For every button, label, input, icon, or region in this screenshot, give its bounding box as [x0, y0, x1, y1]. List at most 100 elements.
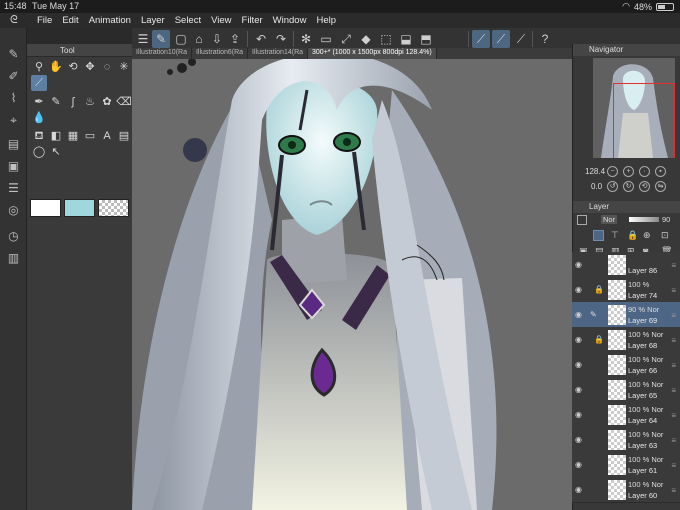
- snap-ruler-icon[interactable]: ⟋: [472, 30, 490, 48]
- drag-handle-icon[interactable]: ≡: [671, 436, 676, 445]
- rotation-value[interactable]: 0.0: [591, 182, 602, 191]
- layer-row[interactable]: ◉ 🔒 100 % Nor Layer 68 ≡: [572, 327, 680, 353]
- visibility-eye-icon[interactable]: ◉: [575, 385, 585, 394]
- gradient-tool-icon[interactable]: ◧: [48, 128, 64, 144]
- visibility-eye-icon[interactable]: ◉: [575, 460, 585, 469]
- lock-layer-icon[interactable]: 🔒: [627, 230, 638, 241]
- layer-row[interactable]: ◉ 100 % Nor Layer 65 ≡: [572, 377, 680, 403]
- transform-icon[interactable]: ⤢: [337, 30, 355, 48]
- new-file-icon[interactable]: ▢: [172, 30, 190, 48]
- export-icon[interactable]: ⇪: [226, 30, 244, 48]
- eyedropper-tool-icon[interactable]: ⟋: [31, 75, 47, 91]
- drag-handle-icon[interactable]: ≡: [671, 261, 676, 270]
- rotate-tool-icon[interactable]: ⟲: [65, 59, 81, 75]
- lock-icon[interactable]: 🔒: [594, 335, 604, 344]
- layer-row[interactable]: ◉ ✎ 90 % Nor Layer 69 ≡: [572, 302, 680, 328]
- layer-row[interactable]: ◉ 100 % Nor Layer 60 ≡: [572, 477, 680, 503]
- undo-icon[interactable]: ↶: [252, 30, 270, 48]
- visibility-eye-icon[interactable]: ◉: [575, 410, 585, 419]
- navigator-view-frame[interactable]: [613, 83, 675, 158]
- open-file-icon[interactable]: ⌂: [190, 30, 208, 48]
- drag-handle-icon[interactable]: ≡: [671, 411, 676, 420]
- visibility-eye-icon[interactable]: ◉: [575, 485, 585, 494]
- layer-row[interactable]: ◉ Layer 86 ≡: [572, 252, 680, 278]
- visibility-eye-icon[interactable]: ◉: [575, 285, 585, 294]
- pen-tool-icon[interactable]: ✎: [5, 46, 22, 63]
- decoration-icon[interactable]: ✿: [99, 94, 115, 110]
- lasso-tool-icon[interactable]: ◌: [99, 59, 115, 75]
- layer-row[interactable]: ◉ 100 % Nor Layer 61 ≡: [572, 452, 680, 478]
- transparent-color-swatch[interactable]: [98, 199, 129, 217]
- menu-edit[interactable]: Edit: [62, 14, 78, 27]
- menu-view[interactable]: View: [211, 14, 231, 27]
- pencil-icon[interactable]: ✎: [48, 94, 64, 110]
- rotate-left-icon[interactable]: ↺: [607, 181, 618, 192]
- drag-handle-icon[interactable]: ≡: [671, 486, 676, 495]
- app-logo-icon[interactable]: ᘓ: [10, 14, 24, 26]
- save-icon[interactable]: ⇩: [208, 30, 226, 48]
- visibility-eye-icon[interactable]: ◉: [575, 360, 585, 369]
- brush-tool-icon[interactable]: ⌇: [5, 90, 22, 107]
- show-selection-icon[interactable]: ⬒: [417, 30, 435, 48]
- move-tool-icon[interactable]: ✥: [82, 59, 98, 75]
- layer-property-icon[interactable]: ▤: [5, 136, 22, 153]
- drag-handle-icon[interactable]: ≡: [671, 286, 676, 295]
- material-icon[interactable]: ☰: [5, 180, 22, 197]
- actual-size-icon[interactable]: ·: [639, 166, 650, 177]
- hamburger-menu-icon[interactable]: ☰: [134, 30, 152, 48]
- canvas-area[interactable]: [132, 50, 572, 510]
- menu-filter[interactable]: Filter: [242, 14, 263, 27]
- opacity-slider[interactable]: [629, 217, 659, 222]
- document-tab[interactable]: Illustration14(Ra: [248, 48, 309, 59]
- blend-tool-icon[interactable]: 💧: [31, 110, 47, 126]
- layer-row[interactable]: ◉ 100 % Nor Layer 66 ≡: [572, 352, 680, 378]
- frame-tool-icon[interactable]: ▭: [82, 128, 98, 144]
- redo-icon[interactable]: ↷: [272, 30, 290, 48]
- visibility-eye-icon[interactable]: ◉: [575, 335, 585, 344]
- ink-tool-icon[interactable]: ⌖: [5, 112, 22, 129]
- mask-icon[interactable]: ⊕: [643, 230, 651, 241]
- fill-icon[interactable]: ◆: [357, 30, 375, 48]
- menu-file[interactable]: File: [37, 14, 52, 27]
- layer-color-icon[interactable]: [577, 215, 587, 225]
- visibility-eye-icon[interactable]: ◉: [575, 260, 585, 269]
- hand-tool-icon[interactable]: ✋: [48, 59, 64, 75]
- zoom-tool-icon[interactable]: ⚲: [31, 59, 47, 75]
- figure-tool-icon[interactable]: ▦: [65, 128, 81, 144]
- menu-select[interactable]: Select: [175, 14, 201, 27]
- fill-tool-icon[interactable]: ⛾: [31, 128, 47, 144]
- layer-opacity-value[interactable]: 90: [662, 215, 670, 224]
- layer-row[interactable]: ◉ 100 % Nor Layer 64 ≡: [572, 402, 680, 428]
- fit-icon[interactable]: ▪: [655, 166, 666, 177]
- text-tool-icon[interactable]: A: [99, 128, 115, 144]
- invert-selection-icon[interactable]: ⬓: [397, 30, 415, 48]
- brush-icon[interactable]: ʃ: [65, 94, 81, 110]
- drag-handle-icon[interactable]: ≡: [671, 386, 676, 395]
- snap-special-ruler-icon[interactable]: ⟋: [492, 30, 510, 48]
- menu-help[interactable]: Help: [316, 14, 336, 27]
- fill-selection-icon[interactable]: ▭: [317, 30, 335, 48]
- reset-rotation-icon[interactable]: ⟲: [639, 181, 650, 192]
- tool-mode-icon[interactable]: ✎: [152, 30, 170, 48]
- zoom-value[interactable]: 128.4: [585, 167, 605, 176]
- clip-layer-icon[interactable]: [593, 230, 604, 241]
- deselect-icon[interactable]: ⬚: [377, 30, 395, 48]
- blend-mode-select[interactable]: Nor: [601, 215, 618, 224]
- document-tab[interactable]: Illustration10(Ra: [132, 48, 192, 59]
- document-tab[interactable]: 300+* (1000 x 1500px 800dpi 128.4%): [308, 48, 437, 59]
- drag-handle-icon[interactable]: ≡: [671, 336, 676, 345]
- menu-window[interactable]: Window: [273, 14, 307, 27]
- pen-icon[interactable]: ✒: [31, 94, 47, 110]
- pencil-tool-icon[interactable]: ✐: [5, 68, 22, 85]
- drag-handle-icon[interactable]: ≡: [671, 361, 676, 370]
- layer-row[interactable]: ◉ 100 % Nor Layer 63 ≡: [572, 427, 680, 453]
- zoom-out-icon[interactable]: −: [607, 166, 618, 177]
- navigator-preview[interactable]: [593, 58, 675, 158]
- drag-handle-icon[interactable]: ≡: [671, 461, 676, 470]
- main-color-swatch[interactable]: [30, 199, 61, 217]
- navigator-header[interactable]: Navigator: [573, 44, 680, 56]
- clear-icon[interactable]: ✻: [297, 30, 315, 48]
- menu-animation[interactable]: Animation: [89, 14, 131, 27]
- layer-options-icon[interactable]: ⊡: [661, 230, 669, 241]
- drag-handle-icon[interactable]: ≡: [671, 311, 676, 320]
